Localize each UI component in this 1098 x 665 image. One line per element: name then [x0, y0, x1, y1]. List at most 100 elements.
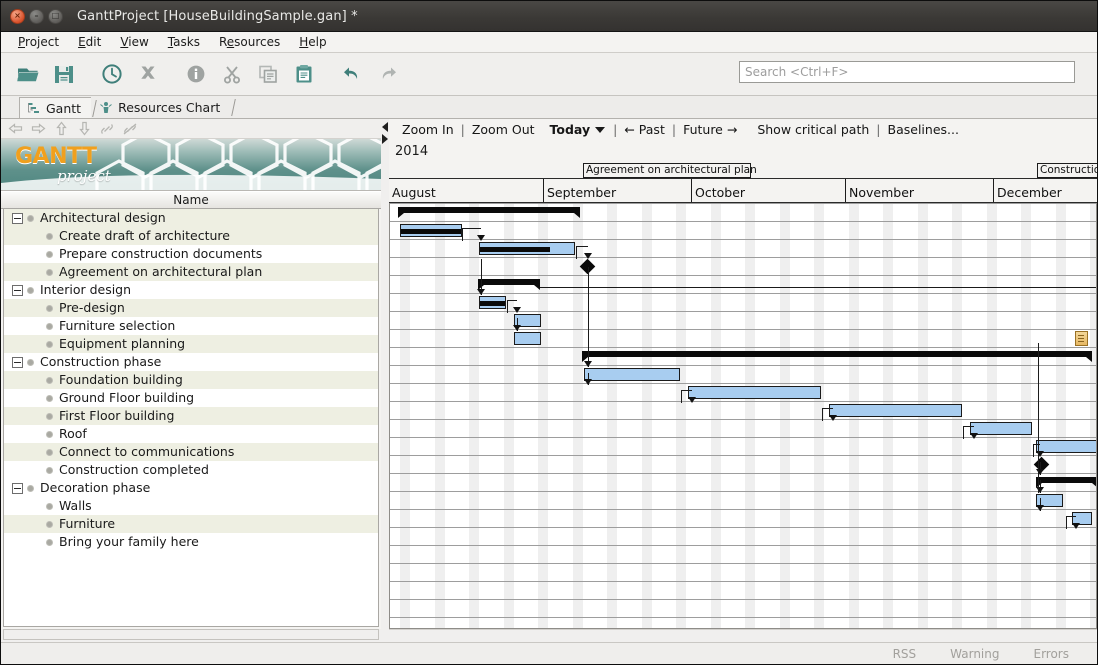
toolbar-separator-1: | [459, 122, 467, 137]
minimize-window-button[interactable]: – [29, 9, 44, 24]
menu-resources[interactable]: Resources [210, 33, 289, 51]
collapse-toggle-icon[interactable] [12, 483, 23, 494]
search-input[interactable] [739, 61, 1075, 83]
baselines-button[interactable]: Baselines... [883, 122, 964, 137]
link-tasks-button[interactable] [97, 120, 117, 138]
toolbar-separator-4: | [874, 122, 882, 137]
paste-button[interactable] [289, 59, 319, 89]
task-tree[interactable]: Architectural design Create draft of arch… [3, 209, 379, 627]
task-name-label: Furniture [59, 517, 115, 531]
summary-bar[interactable] [398, 207, 580, 218]
task-row[interactable]: Furniture [4, 515, 378, 533]
menu-help[interactable]: Help [290, 33, 335, 51]
task-row[interactable]: Construction completed [4, 461, 378, 479]
close-window-button[interactable]: × [10, 9, 25, 24]
collapse-left-icon[interactable] [382, 122, 388, 132]
cut-button[interactable] [217, 59, 247, 89]
menu-tasks[interactable]: Tasks [159, 33, 209, 51]
grid-row-line [390, 563, 1096, 564]
task-row[interactable]: Furniture selection [4, 317, 378, 335]
dependency-arrow-icon [584, 253, 592, 259]
unlink-tasks-button[interactable] [120, 120, 140, 138]
timeline-month-label: December [997, 185, 1062, 200]
summary-bar[interactable] [582, 351, 1092, 362]
save-project-button[interactable] [49, 59, 79, 89]
task-row[interactable]: Prepare construction documents [4, 245, 378, 263]
maximize-window-button[interactable]: □ [48, 9, 63, 24]
task-row[interactable]: Pre-design [4, 299, 378, 317]
expand-right-icon[interactable] [382, 134, 388, 144]
undo-button[interactable] [337, 59, 367, 89]
redo-button[interactable] [373, 59, 403, 89]
app-logo: GANTT project [15, 146, 111, 183]
task-row[interactable]: Architectural design [4, 209, 378, 227]
name-column-header[interactable]: Name [1, 191, 381, 209]
view-tabs: Gantt Resources Chart [1, 96, 1097, 119]
task-bar[interactable] [970, 422, 1032, 435]
dependency-line [507, 300, 508, 313]
rss-status[interactable]: RSS [893, 647, 917, 661]
task-row[interactable]: Interior design [4, 281, 378, 299]
menu-project[interactable]: Project [9, 33, 68, 51]
task-bar[interactable] [514, 332, 541, 345]
task-bar[interactable] [400, 224, 462, 237]
toolbar-separator-2: | [611, 122, 619, 137]
title-bar: × – □ GanttProject [HouseBuildingSample.… [1, 1, 1097, 32]
collapse-toggle-icon[interactable] [12, 285, 23, 296]
task-row[interactable]: Connect to communications [4, 443, 378, 461]
zoom-out-button[interactable]: Zoom Out [467, 122, 540, 137]
pane-splitter[interactable] [381, 119, 389, 642]
chevron-down-icon[interactable] [595, 127, 605, 133]
past-button[interactable]: ← Past [619, 122, 670, 137]
task-bar[interactable] [584, 368, 680, 381]
task-properties-button[interactable] [181, 59, 211, 89]
task-row[interactable]: Foundation building [4, 371, 378, 389]
zoom-in-button[interactable]: Zoom In [397, 122, 459, 137]
move-down-button[interactable] [74, 120, 94, 138]
new-task-button[interactable] [97, 59, 127, 89]
delete-task-button[interactable] [133, 59, 163, 89]
move-up-button[interactable] [51, 120, 71, 138]
future-button[interactable]: Future → [678, 122, 742, 137]
warning-status[interactable]: Warning [950, 647, 999, 661]
indent-button[interactable] [28, 120, 48, 138]
tab-gantt[interactable]: Gantt [19, 97, 91, 118]
task-row[interactable]: Construction phase [4, 353, 378, 371]
task-bar[interactable] [479, 242, 575, 255]
grid-row-line [390, 203, 1096, 204]
task-row[interactable]: Agreement on architectural plan [4, 263, 378, 281]
summary-bar[interactable] [1036, 477, 1097, 488]
task-bar[interactable] [829, 404, 962, 417]
menu-edit[interactable]: Edit [69, 33, 110, 51]
task-name-label: Bring your family here [59, 535, 199, 549]
task-bullet-icon [47, 396, 52, 401]
task-notes-icon[interactable] [1075, 331, 1088, 346]
task-tree-hscrollbar[interactable] [3, 629, 379, 640]
task-bullet-icon [28, 360, 33, 365]
task-row[interactable]: Bring your family here [4, 533, 378, 551]
task-bar[interactable] [1036, 440, 1097, 453]
task-row[interactable]: Ground Floor building [4, 389, 378, 407]
task-row[interactable]: Equipment planning [4, 335, 378, 353]
task-name-label: Architectural design [40, 211, 166, 225]
task-row[interactable]: Create draft of architecture [4, 227, 378, 245]
menu-view[interactable]: View [111, 33, 157, 51]
task-row[interactable]: Walls [4, 497, 378, 515]
task-bar[interactable] [688, 386, 821, 399]
tab-resources-chart[interactable]: Resources Chart [91, 97, 230, 118]
collapse-toggle-icon[interactable] [12, 357, 23, 368]
timeline-month-label: August [392, 185, 436, 200]
summary-bar[interactable] [478, 279, 540, 290]
task-row[interactable]: Decoration phase [4, 479, 378, 497]
task-row[interactable]: First Floor building [4, 407, 378, 425]
open-project-button[interactable] [13, 59, 43, 89]
errors-status[interactable]: Errors [1033, 647, 1069, 661]
collapse-toggle-icon[interactable] [12, 213, 23, 224]
outdent-button[interactable] [5, 120, 25, 138]
today-button[interactable]: Today [540, 122, 596, 137]
gantt-grid[interactable] [389, 203, 1097, 629]
show-critical-path-button[interactable]: Show critical path [752, 122, 874, 137]
task-row[interactable]: Roof [4, 425, 378, 443]
task-bar[interactable] [479, 296, 506, 309]
copy-button[interactable] [253, 59, 283, 89]
